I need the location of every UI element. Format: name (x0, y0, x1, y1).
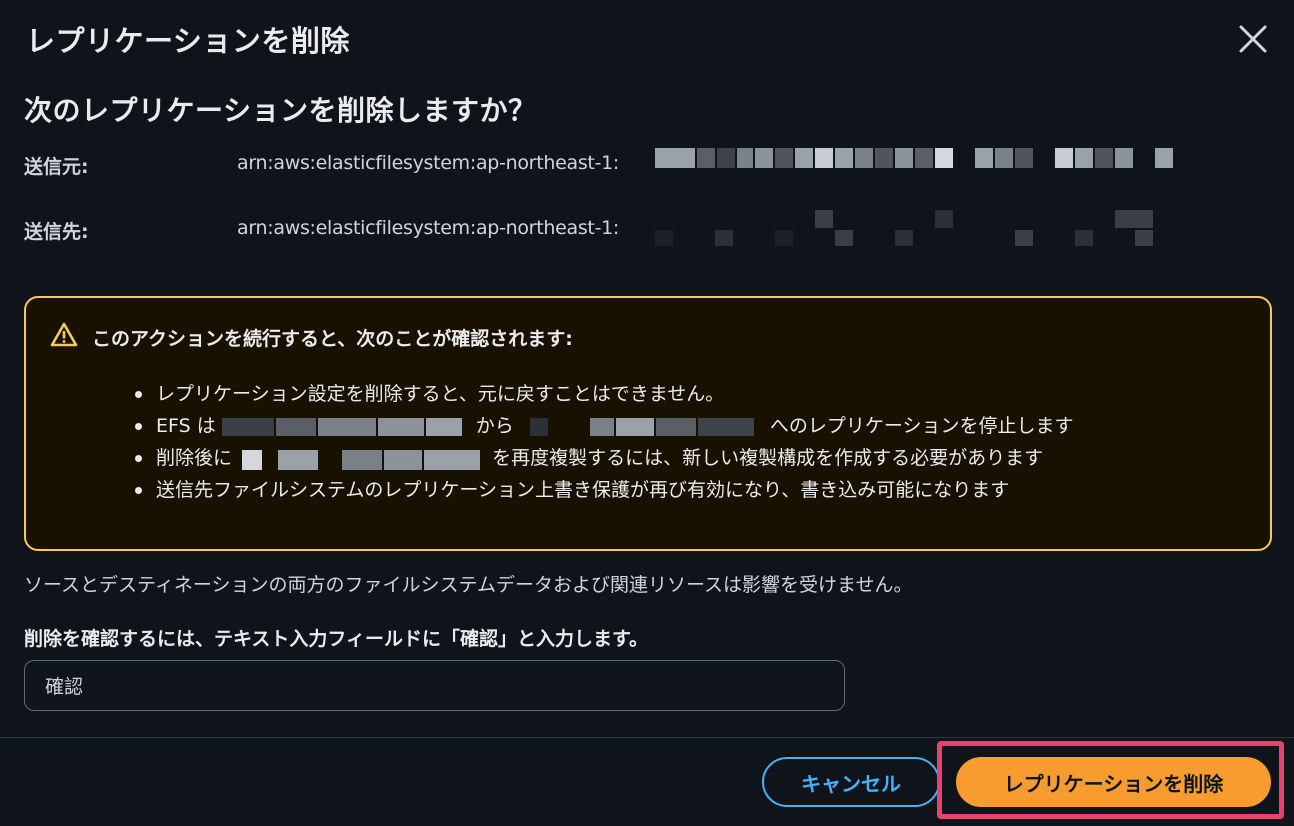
delete-replication-dialog: レプリケーションを削除 次のレプリケーションを削除しますか？ 送信元: arn:… (0, 0, 1294, 826)
dialog-title: レプリケーションを削除 (26, 24, 350, 58)
destination-arn: arn:aws:elasticfilesystem:ap-northeast-1… (237, 217, 619, 239)
bullet-text: を再度複製するには、新しい複製構成を作成する必要があります (492, 447, 1044, 469)
close-icon (1239, 25, 1267, 53)
destination-label: 送信先: (24, 221, 89, 243)
footer-divider (0, 737, 1294, 738)
impact-note: ソースとデスティネーションの両方のファイルシステムデータおよび関連リソースは影響… (24, 574, 913, 596)
bullet-text: レプリケーション設定を削除すると、元に戻すことはできません。 (156, 383, 725, 405)
delete-replication-button[interactable]: レプリケーションを削除 (956, 757, 1271, 807)
destination-arn-prefix: arn:aws:elasticfilesystem:ap-northeast-1… (237, 217, 620, 239)
bullet-text: へのレプリケーションを停止します (769, 415, 1074, 437)
cancel-button[interactable]: キャンセル (762, 757, 940, 807)
bullet-text: EFS は (156, 415, 216, 437)
alert-bullet: 削除後に を再度複製するには、新しい複製構成を作成する必要があります (130, 442, 1074, 474)
bullet-text: 削除後に (156, 447, 233, 469)
close-button[interactable] (1232, 18, 1274, 60)
warning-icon (50, 322, 78, 348)
alert-heading: このアクションを続行すると、次のことが確認されます: (92, 328, 573, 350)
confirm-input[interactable] (24, 660, 845, 711)
redacted-source-id (221, 416, 470, 438)
redacted-destination-id (520, 416, 764, 438)
alert-bullet-list: レプリケーション設定を削除すると、元に戻すことはできません。 EFS は から … (130, 378, 1074, 506)
bullet-text: 送信先ファイルシステムのレプリケーション上書き保護が再び有効になり、書き込み可能… (156, 479, 1010, 501)
alert-bullet: EFS は から へのレプリケーションを停止します (130, 410, 1074, 442)
alert-bullet: 送信先ファイルシステムのレプリケーション上書き保護が再び有効になり、書き込み可能… (130, 474, 1074, 506)
source-arn-prefix: arn:aws:elasticfilesystem:ap-northeast-1… (237, 152, 620, 174)
bullet-text: から (475, 415, 514, 437)
source-arn: arn:aws:elasticfilesystem:ap-northeast-1… (237, 152, 619, 174)
confirm-question: 次のレプリケーションを削除しますか？ (24, 94, 537, 127)
confirm-field-label: 削除を確認するには、テキスト入力フィールドに「確認」と入力します。 (24, 628, 649, 650)
alert-bullet: レプリケーション設定を削除すると、元に戻すことはできません。 (130, 378, 1074, 410)
redacted-filesystem-id (238, 448, 486, 470)
source-label: 送信元: (24, 156, 89, 178)
